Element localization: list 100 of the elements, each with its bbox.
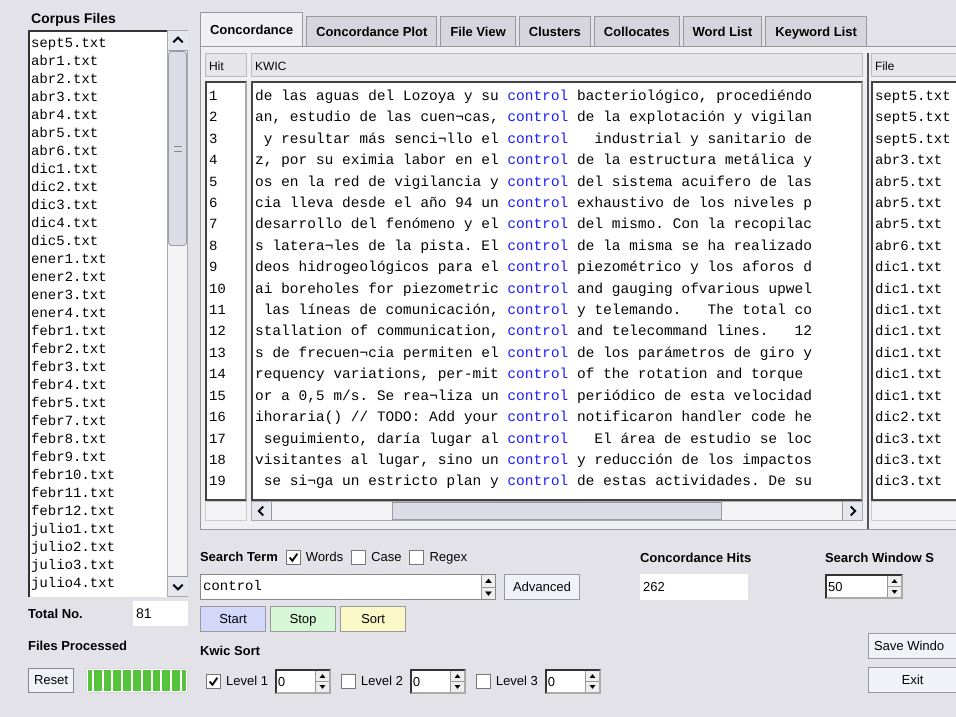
tab[interactable]: Word List (682, 16, 762, 46)
file-name: dic3.txt (875, 473, 944, 492)
spinner-arrows-icon[interactable] (314, 670, 329, 692)
hit-number: 11 (209, 302, 227, 322)
file-list-item[interactable]: febr2.txt (31, 341, 167, 359)
file-name: dic1.txt (875, 302, 944, 322)
level-spinner[interactable]: 0 (274, 668, 331, 694)
checkbox-label: Regex (429, 548, 468, 566)
file-list-item[interactable]: abr3.txt (31, 89, 167, 107)
checkbox[interactable] (409, 550, 424, 564)
level-spinner[interactable]: 0 (410, 668, 466, 694)
file-name: dic1.txt (875, 366, 944, 386)
file-list-item[interactable]: abr4.txt (31, 107, 167, 125)
checkbox[interactable] (286, 550, 301, 564)
level-spinner[interactable]: 0 (544, 668, 601, 694)
file-list-item[interactable]: abr5.txt (31, 125, 167, 143)
file-list-item[interactable]: febr7.txt (31, 413, 167, 431)
panel-title: Corpus Files (30, 10, 117, 26)
save-window-button[interactable]: Save Windo (868, 633, 956, 659)
file-list-item[interactable]: febr1.txt (31, 323, 167, 341)
level-label: Level 1 (226, 672, 268, 690)
file-list-item[interactable]: dic3.txt (31, 197, 167, 215)
search-window-spinner[interactable]: 50 (825, 574, 903, 599)
tab[interactable]: Concordance Plot (306, 16, 438, 46)
kwic-line: requency variations, per-mit control of the rotation and torque (255, 366, 804, 386)
file-list-item[interactable]: febr9.txt (31, 449, 167, 467)
file-list-item[interactable]: sept5.txt (31, 35, 167, 53)
checkbox[interactable] (351, 550, 366, 564)
tab[interactable]: Keyword List (765, 16, 867, 46)
file-list-item[interactable]: abr2.txt (31, 71, 167, 89)
total-value: 81 (133, 601, 188, 626)
file-list-item[interactable]: abr6.txt (31, 143, 167, 161)
checkbox[interactable] (476, 674, 491, 688)
file-list-item[interactable]: ener1.txt (31, 251, 167, 269)
advanced-button[interactable]: Advanced (504, 574, 580, 600)
kwic-line: seguimiento, daría lugar al control El área de estudio se loc (262, 430, 813, 450)
stop-button[interactable]: Stop (270, 606, 336, 632)
column-header[interactable]: KWIC (251, 53, 863, 77)
file-list-item[interactable]: febr3.txt (31, 359, 167, 377)
reset-button[interactable]: Reset (28, 668, 74, 692)
sort-button[interactable]: Sort (340, 606, 406, 632)
tab[interactable]: Collocates (594, 16, 680, 46)
hit-number: 18 (209, 452, 227, 471)
file-list-item[interactable]: ener4.txt (31, 305, 167, 323)
file-list-item[interactable]: febr10.txt (31, 467, 167, 485)
file-list-item[interactable]: dic2.txt (31, 179, 167, 197)
file-list-item[interactable]: febr12.txt (31, 503, 167, 521)
spinner-arrows-icon[interactable] (481, 575, 495, 599)
kwic-line: os en la red de vigilancia y control del sistema acuifero de las (255, 174, 813, 193)
kwic-line: or a 0,5 m/s. Se rea¬liza un control periódico de esta velocidad (255, 388, 813, 407)
file-list-item[interactable]: julio1.txt (31, 521, 167, 539)
start-button[interactable]: Start (200, 606, 266, 632)
spinner-arrows-icon[interactable] (450, 670, 464, 692)
hit-number: 10 (209, 280, 227, 300)
hit-number: 1 (209, 88, 218, 107)
search-window-label: Search Window S (825, 549, 935, 566)
tab[interactable]: Concordance (200, 12, 304, 46)
file-list-item[interactable]: julio4.txt (31, 575, 167, 593)
file-list-item[interactable]: julio3.txt (31, 557, 167, 575)
file-name: sept5.txt (875, 109, 952, 128)
file-list-item[interactable]: ener2.txt (31, 269, 167, 287)
file-list-item[interactable]: ener3.txt (31, 287, 167, 305)
hit-number: 3 (209, 130, 218, 150)
spinner-arrows-icon[interactable] (887, 576, 901, 597)
kwic-line: desarrollo del fenómeno y el control del mismo. Con la recopilac (255, 216, 813, 236)
vertical-scrollbar[interactable] (167, 30, 188, 597)
kwic-line: de las aguas del Lozoya y su control bacteriológico, procediéndo (255, 88, 813, 107)
hit-number: 12 (209, 323, 227, 342)
checkbox[interactable] (206, 674, 221, 688)
file-name: dic2.txt (875, 409, 944, 428)
total-label: Total No. (28, 604, 84, 623)
file-list-item[interactable]: febr4.txt (31, 377, 167, 395)
horizontal-scrollbar[interactable] (205, 501, 247, 521)
tab[interactable]: Clusters (518, 16, 591, 46)
file-list-item[interactable]: febr11.txt (31, 485, 167, 503)
hit-number: 2 (209, 109, 218, 128)
file-list-item[interactable]: dic5.txt (31, 233, 167, 251)
kwic-line: cia lleva desde el año 94 un control exhaustivo de los niveles p (255, 195, 813, 214)
hits-value: 262 (640, 574, 748, 600)
checkbox[interactable] (340, 674, 356, 688)
file-name: dic3.txt (875, 452, 944, 471)
file-list-item[interactable]: abr1.txt (31, 53, 167, 71)
file-list-item[interactable]: julio2.txt (31, 539, 167, 557)
search-field[interactable]: control (200, 574, 496, 600)
file-list-item[interactable]: dic4.txt (31, 215, 167, 233)
kwic-line: visitantes al lugar, sino un control y reducción de los impactos (255, 452, 813, 471)
horizontal-scrollbar[interactable] (251, 501, 863, 521)
file-list-item[interactable]: febr8.txt (31, 431, 167, 449)
tab[interactable]: File View (440, 16, 516, 46)
column-header[interactable]: File (871, 53, 956, 77)
column-header[interactable]: Hit (205, 53, 247, 77)
hit-number: 4 (209, 152, 218, 172)
file-list-item[interactable]: dic1.txt (31, 161, 167, 179)
spinner-arrows-icon[interactable] (584, 670, 599, 692)
kwic-line: an, estudio de las cuen¬cas, control de la explotación y vigilan (255, 109, 813, 128)
file-list-item[interactable]: febr5.txt (31, 395, 167, 413)
hit-number: 8 (209, 238, 218, 257)
horizontal-scrollbar[interactable] (871, 501, 956, 521)
file-list[interactable] (28, 30, 167, 597)
exit-button[interactable]: Exit (868, 667, 956, 693)
